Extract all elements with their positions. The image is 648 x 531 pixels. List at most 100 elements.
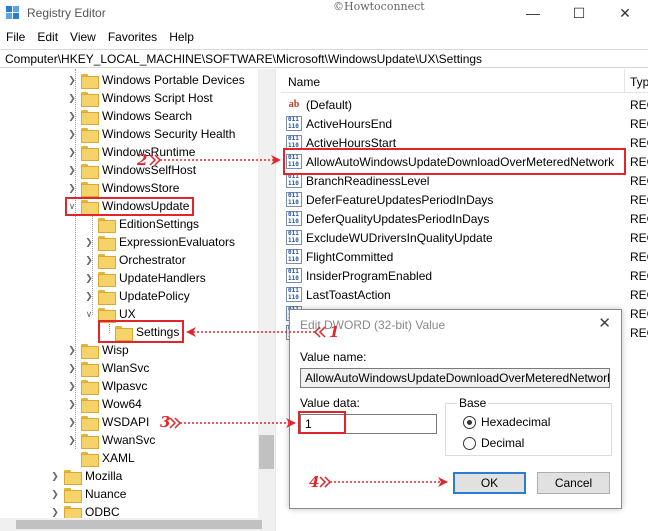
radio-unselected-icon[interactable]	[463, 436, 476, 450]
chevron-right-icon[interactable]: ❯	[67, 361, 77, 375]
tree-item[interactable]: ❯ Mozilla	[50, 467, 122, 485]
chevron-right-icon[interactable]: ❯	[84, 235, 94, 249]
tree-item[interactable]: XAML	[67, 449, 135, 467]
tree-item[interactable]: ❯ Wow64	[67, 395, 142, 413]
chevron-right-icon[interactable]: ❯	[67, 181, 77, 195]
chevron-right-icon[interactable]: ❯	[84, 253, 94, 267]
value-row[interactable]: LastToastActionREG	[281, 285, 648, 304]
chevron-right-icon[interactable]: ❯	[67, 145, 77, 159]
tree-item[interactable]: ❯ Windows Portable Devices	[67, 71, 245, 89]
tree-item[interactable]: EditionSettings	[84, 215, 199, 233]
folder-icon	[81, 109, 99, 125]
tree-item[interactable]: ❯ Orchestrator	[84, 251, 186, 269]
tree-item[interactable]: ❯ Wlpasvc	[67, 377, 147, 395]
column-name-header[interactable]: Name	[288, 75, 320, 89]
ok-button[interactable]: OK	[453, 472, 526, 494]
tree-item[interactable]: ❯ UpdateHandlers	[84, 269, 206, 287]
tree-item[interactable]: ❯ Windows Search	[67, 107, 192, 125]
chevron-right-icon[interactable]: ❯	[50, 469, 60, 483]
value-row[interactable]: DeferQualityUpdatesPeriodInDaysREG	[281, 209, 648, 228]
folder-icon	[64, 505, 82, 518]
dialog-close-icon[interactable]: ✕	[598, 314, 611, 332]
value-row[interactable]: InsiderProgramEnabledREG	[281, 266, 648, 285]
chevron-right-icon[interactable]: ❯	[67, 415, 77, 429]
title-bar: Registry Editor ©Howtoconnect — ☐ ✕	[0, 0, 648, 26]
chevron-right-icon[interactable]: ❯	[67, 397, 77, 411]
folder-icon	[81, 415, 99, 431]
annotation-step-4: 4	[309, 473, 320, 491]
tree-item[interactable]: ❯ UpdatePolicy	[84, 287, 190, 305]
tree-item[interactable]: ❯ Windows Script Host	[67, 89, 213, 107]
folder-icon	[81, 181, 99, 197]
folder-icon	[81, 343, 99, 359]
cancel-button[interactable]: Cancel	[537, 472, 610, 494]
column-type-header[interactable]: Typ	[630, 75, 648, 89]
chevron-right-icon[interactable]: ❯	[84, 289, 94, 303]
value-row[interactable]: DeferFeatureUpdatesPeriodInDaysREG	[281, 190, 648, 209]
value-row[interactable]: ActiveHoursEndREG	[281, 114, 648, 133]
tree-item[interactable]: ❯ WlanSvc	[67, 359, 149, 377]
binary-value-icon	[286, 192, 302, 207]
value-row[interactable]: ExcludeWUDriversInQualityUpdateREG	[281, 228, 648, 247]
maximize-button[interactable]: ☐	[556, 0, 602, 26]
tree-item[interactable]: ❯ WSDAPI	[67, 413, 149, 431]
annotation-box-value	[283, 148, 626, 175]
menu-edit[interactable]: Edit	[31, 26, 64, 48]
tree-horizontal-scrollbar[interactable]	[0, 518, 275, 531]
address-bar[interactable]: Computer\HKEY_LOCAL_MACHINE\SOFTWARE\Mic…	[0, 49, 648, 68]
menu-help[interactable]: Help	[163, 26, 200, 48]
value-data-label: Value data:	[300, 396, 360, 410]
radio-selected-icon[interactable]	[463, 415, 476, 429]
value-name-field[interactable]: AllowAutoWindowsUpdateDownloadOverMetere…	[300, 368, 610, 388]
binary-value-icon	[286, 268, 302, 283]
tree-item[interactable]: ❯ WwanSvc	[67, 431, 155, 449]
chevron-right-icon[interactable]: ❯	[67, 343, 77, 357]
scrollbar-thumb[interactable]	[16, 520, 262, 529]
column-header: Name Typ	[281, 69, 648, 93]
tree-item[interactable]: ❯ ExpressionEvaluators	[84, 233, 235, 251]
column-separator[interactable]	[624, 69, 625, 93]
chevron-right-icon[interactable]: ❯	[84, 271, 94, 285]
close-icon: ✕	[619, 4, 631, 21]
binary-value-icon	[286, 116, 302, 131]
chevron-right-icon[interactable]: ❯	[50, 505, 60, 518]
scrollbar-thumb[interactable]	[259, 435, 274, 469]
pane-splitter[interactable]	[275, 69, 280, 531]
chevron-right-icon[interactable]: ❯	[67, 73, 77, 87]
chevron-right-icon[interactable]: ❯	[67, 379, 77, 393]
tree-item[interactable]: ❯ Nuance	[50, 485, 126, 503]
chevron-right-icon[interactable]: ❯	[67, 433, 77, 447]
folder-icon	[81, 397, 99, 413]
tree-item[interactable]: ❯ WindowsStore	[67, 179, 179, 197]
value-row[interactable]: ab(Default)REG	[281, 95, 648, 114]
tree-item[interactable]: ❯ Wisp	[67, 341, 129, 359]
hexadecimal-radio[interactable]: Hexadecimal	[463, 415, 550, 429]
chevron-down-icon[interactable]: ∨	[84, 307, 94, 321]
binary-value-icon	[286, 249, 302, 264]
chevron-right-icon[interactable]: ❯	[67, 127, 77, 141]
binary-value-icon	[286, 287, 302, 302]
annotation-step-1: 1	[329, 323, 340, 341]
tree-item[interactable]: ❯ Windows Security Health	[67, 125, 235, 143]
tree-item[interactable]: ❯ WindowsRuntime	[67, 143, 195, 161]
folder-icon	[98, 307, 116, 323]
tree-vertical-scrollbar[interactable]	[258, 69, 275, 518]
binary-value-icon	[286, 230, 302, 245]
annotation-box-settings	[98, 320, 184, 343]
chevron-right-icon[interactable]: ❯	[67, 163, 77, 177]
decimal-radio[interactable]: Decimal	[463, 436, 524, 450]
menu-file[interactable]: File	[0, 26, 31, 48]
menu-favorites[interactable]: Favorites	[102, 26, 163, 48]
value-row[interactable]: FlightCommittedREG	[281, 247, 648, 266]
chevron-right-icon[interactable]: ❯	[67, 109, 77, 123]
folder-icon	[81, 451, 99, 467]
chevron-right-icon[interactable]: ❯	[67, 91, 77, 105]
minimize-button[interactable]: —	[510, 0, 556, 26]
close-button[interactable]: ✕	[602, 0, 648, 26]
folder-icon	[81, 379, 99, 395]
tree-item[interactable]: ❯ ODBC	[50, 503, 120, 518]
chevron-right-icon[interactable]: ❯	[50, 487, 60, 501]
key-tree: ❯ Windows Portable Devices ❯ Windows Scrip…	[0, 69, 275, 518]
menu-view[interactable]: View	[64, 26, 102, 48]
tree-item[interactable]: ❯ WindowsSelfHost	[67, 161, 196, 179]
